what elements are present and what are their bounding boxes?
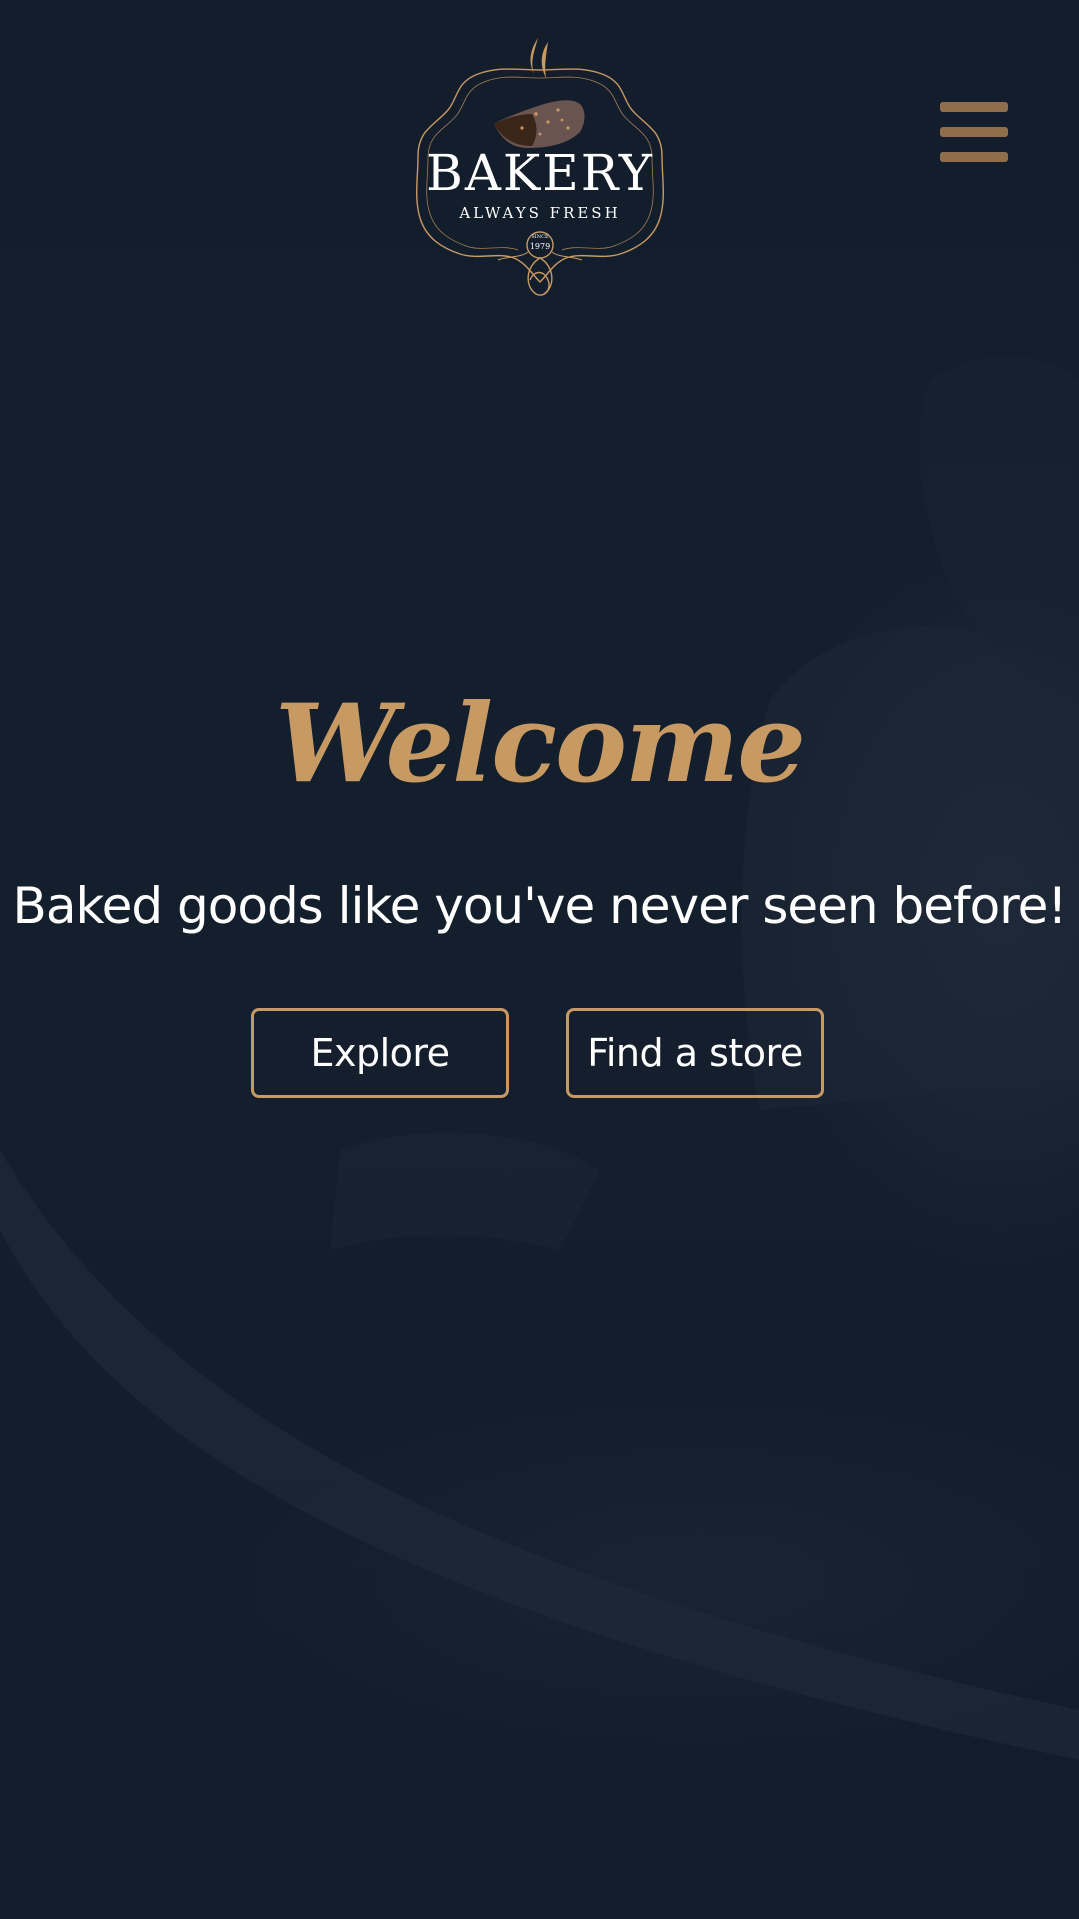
hamburger-menu-icon[interactable] bbox=[936, 100, 1008, 164]
menu-bar-middle bbox=[940, 127, 1008, 137]
brand-since-year: 1979 bbox=[529, 242, 551, 251]
hero-subtitle: Baked goods like you've never seen befor… bbox=[12, 877, 1068, 935]
menu-bar-top bbox=[940, 102, 1008, 112]
menu-bar-bottom bbox=[940, 152, 1008, 162]
brand-tagline: ALWAYS FRESH bbox=[459, 204, 621, 222]
bakery-logo[interactable]: BAKERY ALWAYS FRESH SINCE 1979 bbox=[408, 38, 672, 296]
brand-name: BAKERY bbox=[426, 144, 654, 202]
brand-since-label: SINCE bbox=[531, 234, 549, 240]
hero-title: Welcome bbox=[274, 681, 806, 807]
explore-button[interactable]: Explore bbox=[251, 1008, 509, 1098]
find-a-store-button[interactable]: Find a store bbox=[566, 1008, 824, 1098]
